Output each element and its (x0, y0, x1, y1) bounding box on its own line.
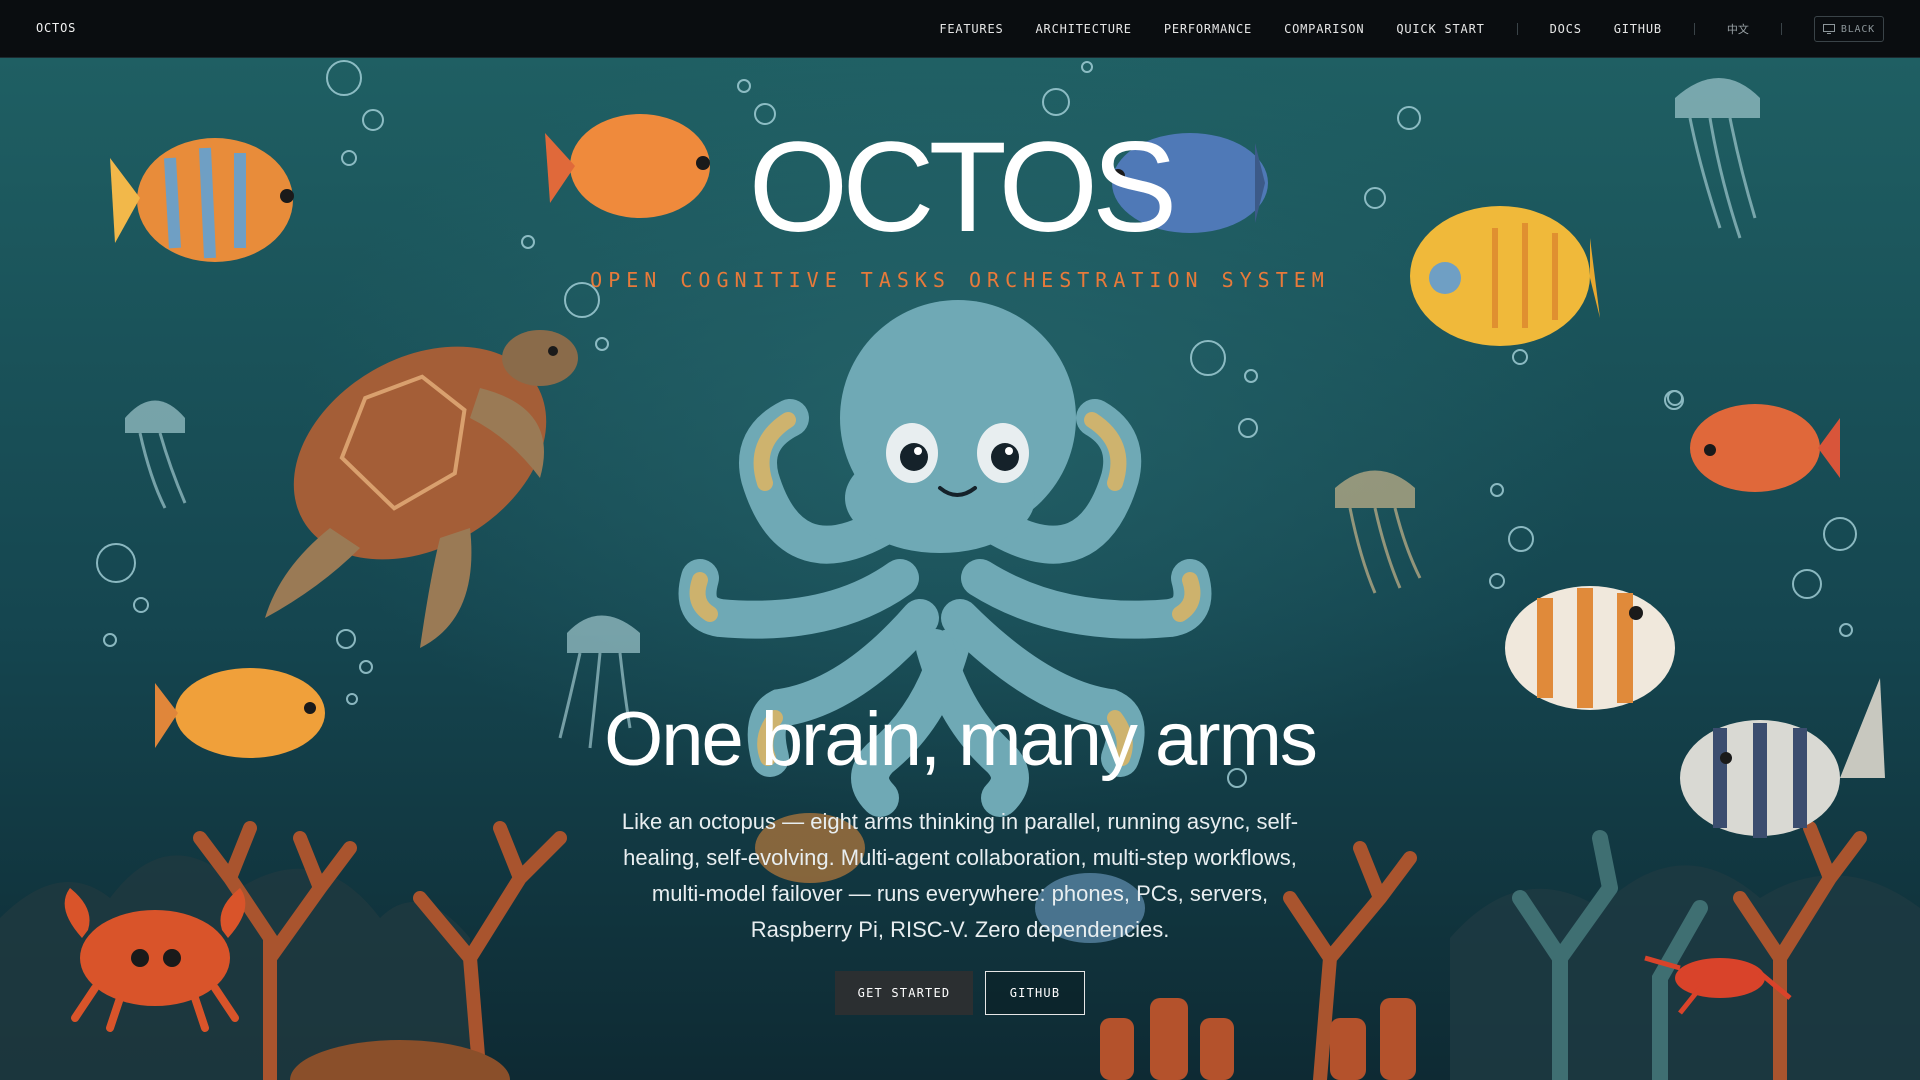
hero-description: Like an octopus — eight arms thinking in… (621, 809, 1299, 942)
hero-headline: One brain, many arms (604, 697, 1318, 782)
nav-links: FEATURES ARCHITECTURE PERFORMANCE COMPAR… (907, 0, 1884, 58)
nav-link-github[interactable]: GITHUB (1614, 22, 1662, 36)
brand-logo[interactable]: OCTOS (36, 21, 76, 35)
nav-link-comparison[interactable]: COMPARISON (1284, 22, 1364, 36)
github-button[interactable]: GITHUB (985, 971, 1085, 1015)
nav-link-features[interactable]: FEATURES (939, 22, 1003, 36)
theme-toggle-button[interactable]: BLACK (1813, 16, 1884, 42)
hero-title: OCTOS (748, 116, 1178, 259)
hero-buttons: GET STARTED GITHUB (0, 971, 1920, 1015)
theme-label: BLACK (1840, 23, 1875, 35)
top-nav: OCTOS FEATURES ARCHITECTURE PERFORMANCE … (0, 0, 1920, 58)
get-started-button[interactable]: GET STARTED (835, 971, 973, 1015)
hero-section: OCTOS OPEN COGNITIVE TASKS ORCHESTRATION… (0, 0, 1920, 1080)
nav-link-quick-start[interactable]: QUICK START (1396, 22, 1484, 36)
hero-subtitle: OPEN COGNITIVE TASKS ORCHESTRATION SYSTE… (590, 268, 1330, 292)
nav-link-performance[interactable]: PERFORMANCE (1164, 22, 1252, 36)
nav-divider (1693, 23, 1695, 35)
language-toggle[interactable]: 中文 (1727, 21, 1749, 37)
nav-link-architecture[interactable]: ARCHITECTURE (1036, 22, 1132, 36)
monitor-icon (1822, 24, 1835, 34)
nav-link-docs[interactable]: DOCS (1550, 22, 1582, 36)
nav-divider (1516, 23, 1518, 35)
nav-divider (1780, 23, 1782, 35)
